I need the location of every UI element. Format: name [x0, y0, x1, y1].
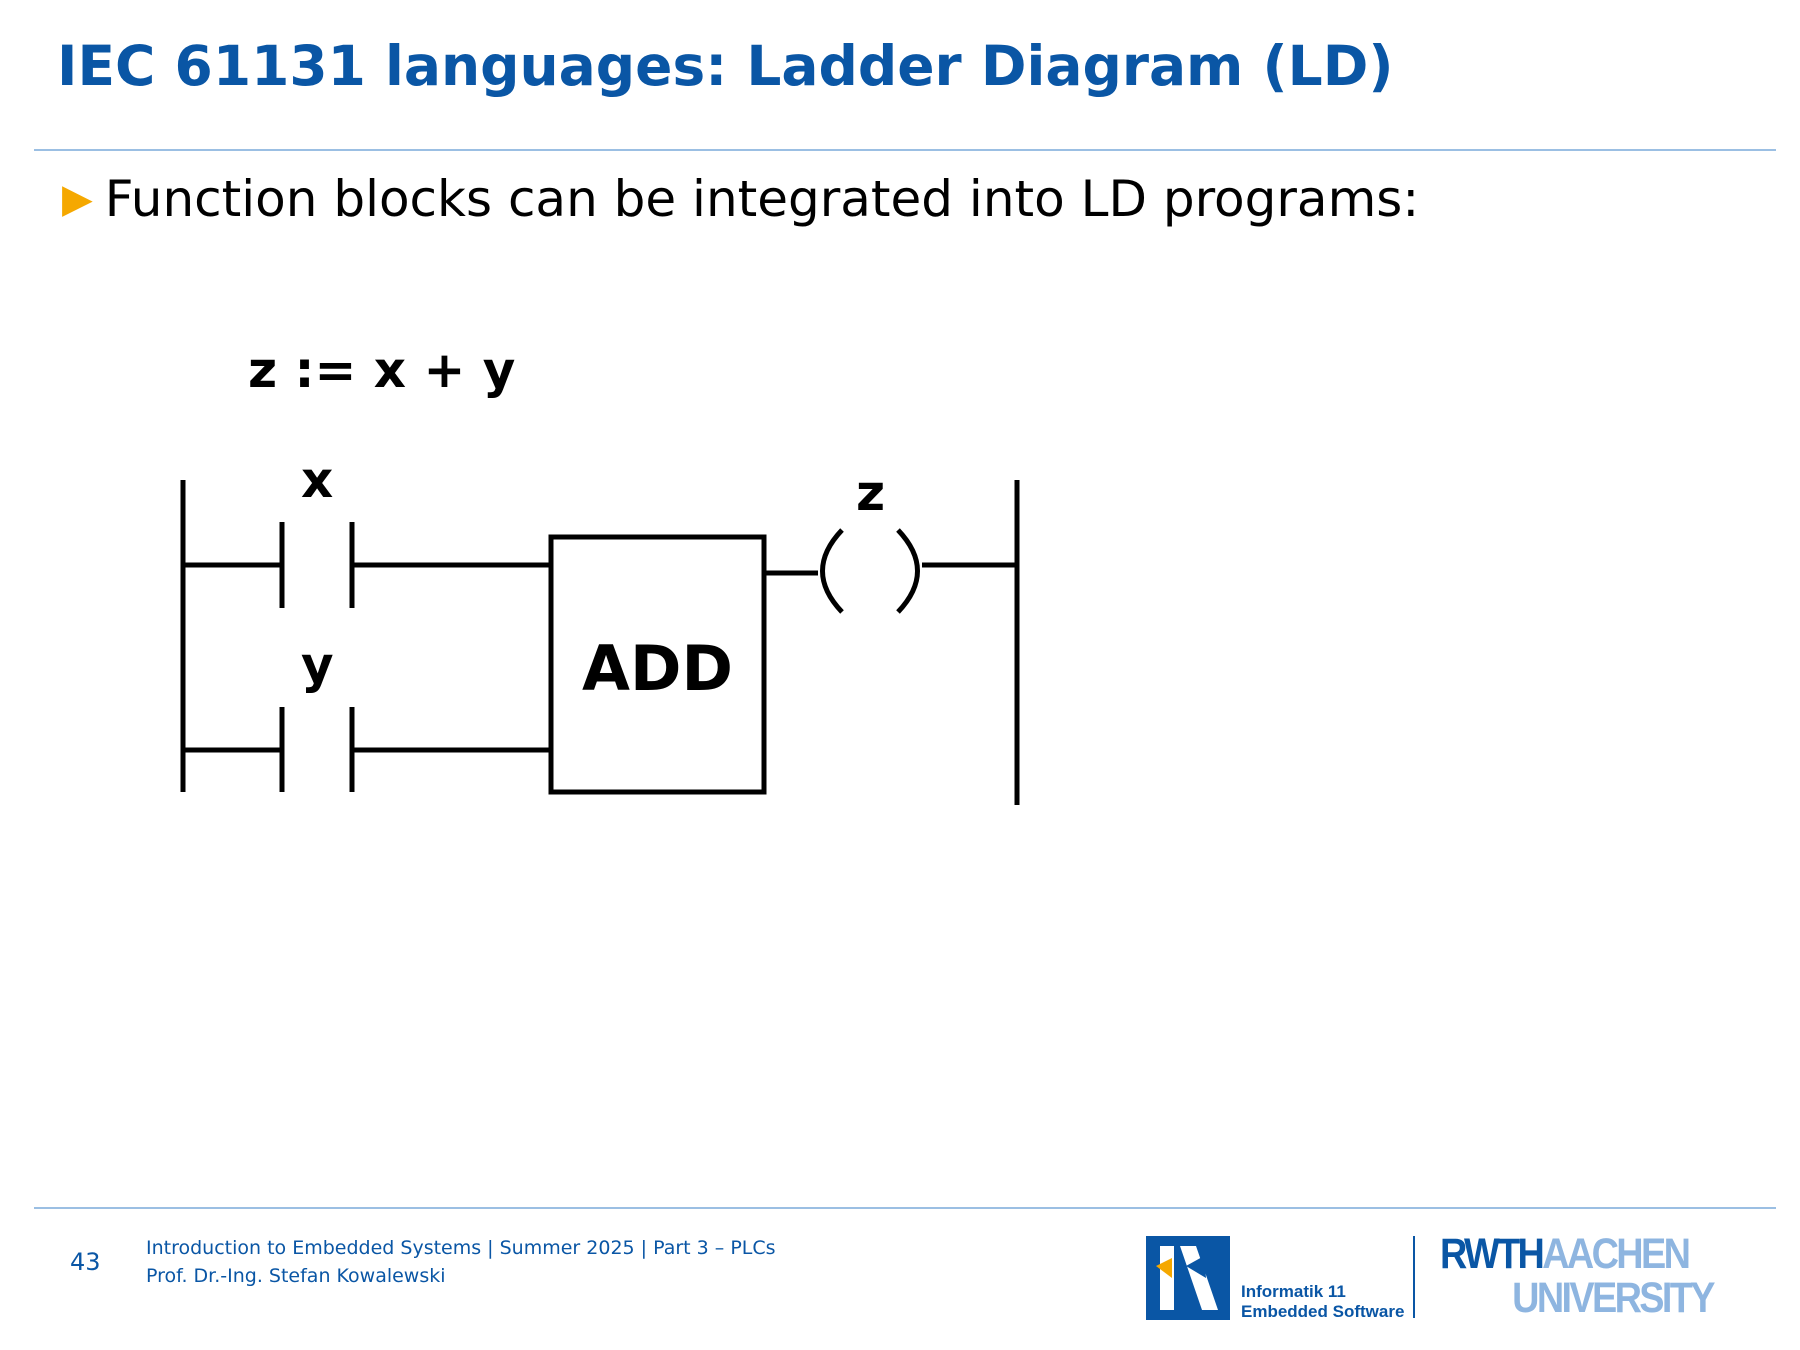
institute-line-1: Informatik 11 — [1241, 1282, 1346, 1301]
university-wordmark: UNIVERSITY — [1512, 1274, 1715, 1322]
footer-text: Introduction to Embedded Systems | Summe… — [146, 1234, 776, 1290]
coil-right-arc — [896, 528, 920, 614]
informatik-11-logo-icon — [1146, 1236, 1230, 1320]
rwth-wordmark: RWTH — [1440, 1230, 1545, 1278]
footer-divider — [34, 1207, 1776, 1209]
author-line: Prof. Dr.-Ing. Stefan Kowalewski — [146, 1265, 446, 1287]
contact-x-label: x — [301, 451, 333, 509]
ladder-diagram: z := x + y x y ADD z — [180, 341, 1020, 805]
aachen-wordmark: AACHEN — [1542, 1230, 1691, 1278]
logo-divider — [1413, 1236, 1415, 1318]
coil-z-label: z — [856, 464, 885, 522]
add-block-label: ADD — [582, 632, 733, 705]
coil-left-arc — [820, 528, 844, 614]
rwth-aachen-logo: RWTHAACHEN UNIVERSITY — [1440, 1230, 1715, 1322]
institute-name: Informatik 11 Embedded Software — [1241, 1282, 1404, 1322]
page-number: 43 — [70, 1248, 101, 1276]
institute-line-2: Embedded Software — [1241, 1302, 1405, 1321]
course-line: Introduction to Embedded Systems | Summe… — [146, 1237, 776, 1259]
equation-label: z := x + y — [248, 341, 515, 399]
contact-y-label: y — [301, 636, 334, 694]
